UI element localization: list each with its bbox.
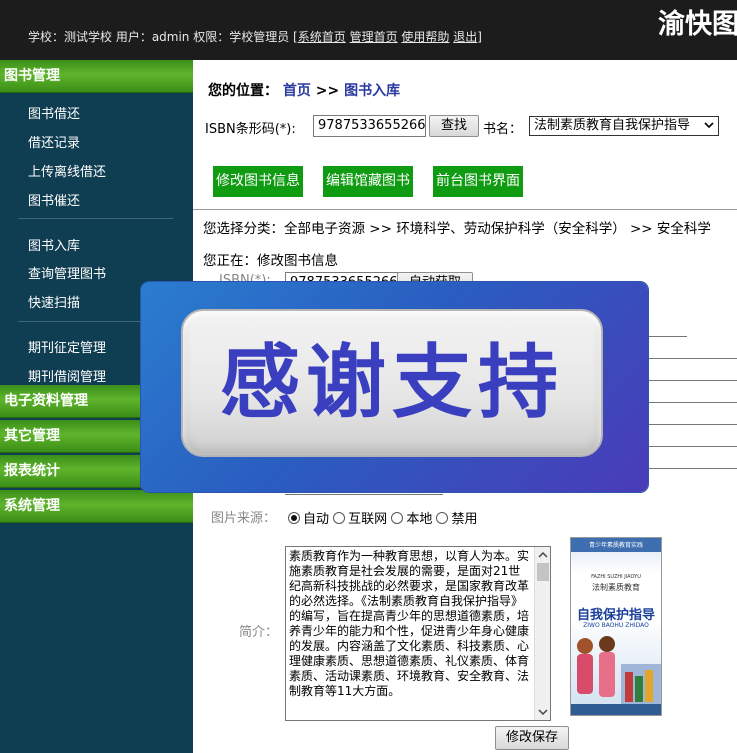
sidebar-item-borrow-records[interactable]: 借还记录 [28, 132, 80, 151]
sidebar-section-books[interactable]: 图书管理 [0, 60, 193, 93]
field-underline [648, 424, 737, 425]
link-logout[interactable]: 退出 [453, 30, 477, 44]
divider [193, 209, 737, 210]
thank-you-plate: 感谢支持 [181, 309, 603, 457]
user-info: 学校：测试学校 用户：admin 权限：学校管理员 [系统首页 管理首页 使用帮… [28, 28, 482, 45]
field-underline [648, 336, 687, 337]
sidebar-section-system[interactable]: 系统管理 [0, 490, 193, 523]
save-button[interactable]: 修改保存 [495, 726, 569, 750]
radio-disabled-label: 禁用 [451, 512, 478, 527]
chevron-down-icon [704, 122, 714, 129]
scroll-up-icon[interactable] [538, 551, 548, 559]
book-cover-image: 青少年素质教育实践 FAZHI SUZHI JIAOYU 法制素质教育 自我保护… [570, 537, 662, 716]
sidebar-item-periodical-borrow[interactable]: 期刊借阅管理 [28, 366, 106, 385]
field-underline [648, 380, 737, 381]
isbn-search-input[interactable]: 9787533655266 [313, 115, 426, 137]
cover-title-pinyin: ZIWO BAOHU ZHIDAO [583, 622, 649, 629]
scroll-down-icon[interactable] [538, 708, 548, 716]
title-select[interactable]: 法制素质教育自我保护指导 [529, 116, 719, 136]
user-info-close: ] [477, 30, 482, 44]
sidebar-divider [18, 218, 173, 219]
image-source-label: 图片来源： [211, 511, 277, 526]
radio-auto[interactable] [288, 512, 300, 524]
summary-textarea[interactable]: 素质教育作为一种教育思想，以育人为本。实施素质教育是社会发展的需要，是面对21世… [285, 546, 551, 721]
sidebar-item-book-intake[interactable]: 图书入库 [28, 235, 80, 254]
sidebar-item-quick-scan[interactable]: 快速扫描 [28, 292, 80, 311]
radio-disabled[interactable] [436, 512, 449, 524]
sidebar-item-periodical-order[interactable]: 期刊征定管理 [28, 337, 106, 356]
title-select-value: 法制素质教育自我保护指导 [534, 118, 691, 133]
scrollbar[interactable] [534, 547, 550, 720]
thank-you-text: 感谢支持 [220, 336, 564, 429]
link-system-home[interactable]: 系统首页 [298, 30, 346, 44]
sidebar-item-reminder[interactable]: 图书催还 [28, 190, 80, 209]
summary-label: 简介： [239, 625, 279, 640]
image-source-group: 自动 互联网 本地 禁用 [288, 508, 477, 527]
isbn-search-label: ISBN条形码(*): [205, 122, 296, 137]
field-underline [648, 446, 737, 447]
scrollbar-thumb[interactable] [537, 563, 549, 581]
cover-pinyin: FAZHI SUZHI JIAOYU [591, 574, 641, 580]
breadcrumb-home[interactable]: 首页 [283, 83, 311, 99]
title-label: 书名： [483, 122, 523, 137]
cover-illustration [571, 636, 661, 715]
sidebar-item-query-books[interactable]: 查询管理图书 [28, 263, 106, 282]
radio-local[interactable] [391, 512, 404, 524]
brand-logo: 渝快图 [658, 9, 737, 40]
search-button[interactable]: 查找 [429, 115, 479, 137]
field-underline [648, 468, 737, 469]
field-underline [648, 358, 737, 359]
frontend-page-button[interactable]: 前台图书界面 [433, 166, 523, 197]
breadcrumb-label: 您的位置： [208, 83, 278, 99]
cover-title: 自我保护指导 [576, 608, 655, 623]
cover-series: 法制素质教育 [592, 583, 640, 592]
edit-collection-button[interactable]: 编辑馆藏图书 [323, 166, 413, 197]
field-underline [648, 402, 737, 403]
field-underline [285, 494, 443, 495]
sidebar-item-offline-upload[interactable]: 上传离线借还 [28, 161, 106, 180]
cover-top-line: 青少年素质教育实践 [588, 542, 643, 549]
radio-auto-label: 自动 [303, 512, 330, 527]
summary-text: 素质教育作为一种教育思想，以育人为本。实施素质教育是社会发展的需要，是面对21世… [289, 549, 530, 698]
radio-internet-label: 互联网 [348, 512, 388, 527]
user-info-text: 学校：测试学校 用户：admin 权限：学校管理员 [ [28, 30, 298, 44]
breadcrumb: 您的位置： 首页 >> 图书入库 [208, 80, 400, 100]
editing-status: 您正在：修改图书信息 [203, 253, 338, 269]
sidebar-item-borrow-return[interactable]: 图书借还 [28, 103, 80, 122]
breadcrumb-current[interactable]: 图书入库 [344, 83, 400, 99]
link-help[interactable]: 使用帮助 [401, 30, 449, 44]
breadcrumb-sep: >> [315, 83, 340, 99]
radio-local-label: 本地 [406, 512, 433, 527]
category-path: 您选择分类：全部电子资源 >> 环境科学、劳动保护科学（安全科学） >> 安全科… [203, 221, 711, 237]
link-admin-home[interactable]: 管理首页 [350, 30, 398, 44]
top-bar: 学校：测试学校 用户：admin 权限：学校管理员 [系统首页 管理首页 使用帮… [0, 0, 737, 60]
radio-internet[interactable] [333, 512, 346, 524]
edit-book-info-button[interactable]: 修改图书信息 [213, 166, 303, 197]
thank-you-overlay: 感谢支持 [141, 282, 648, 492]
